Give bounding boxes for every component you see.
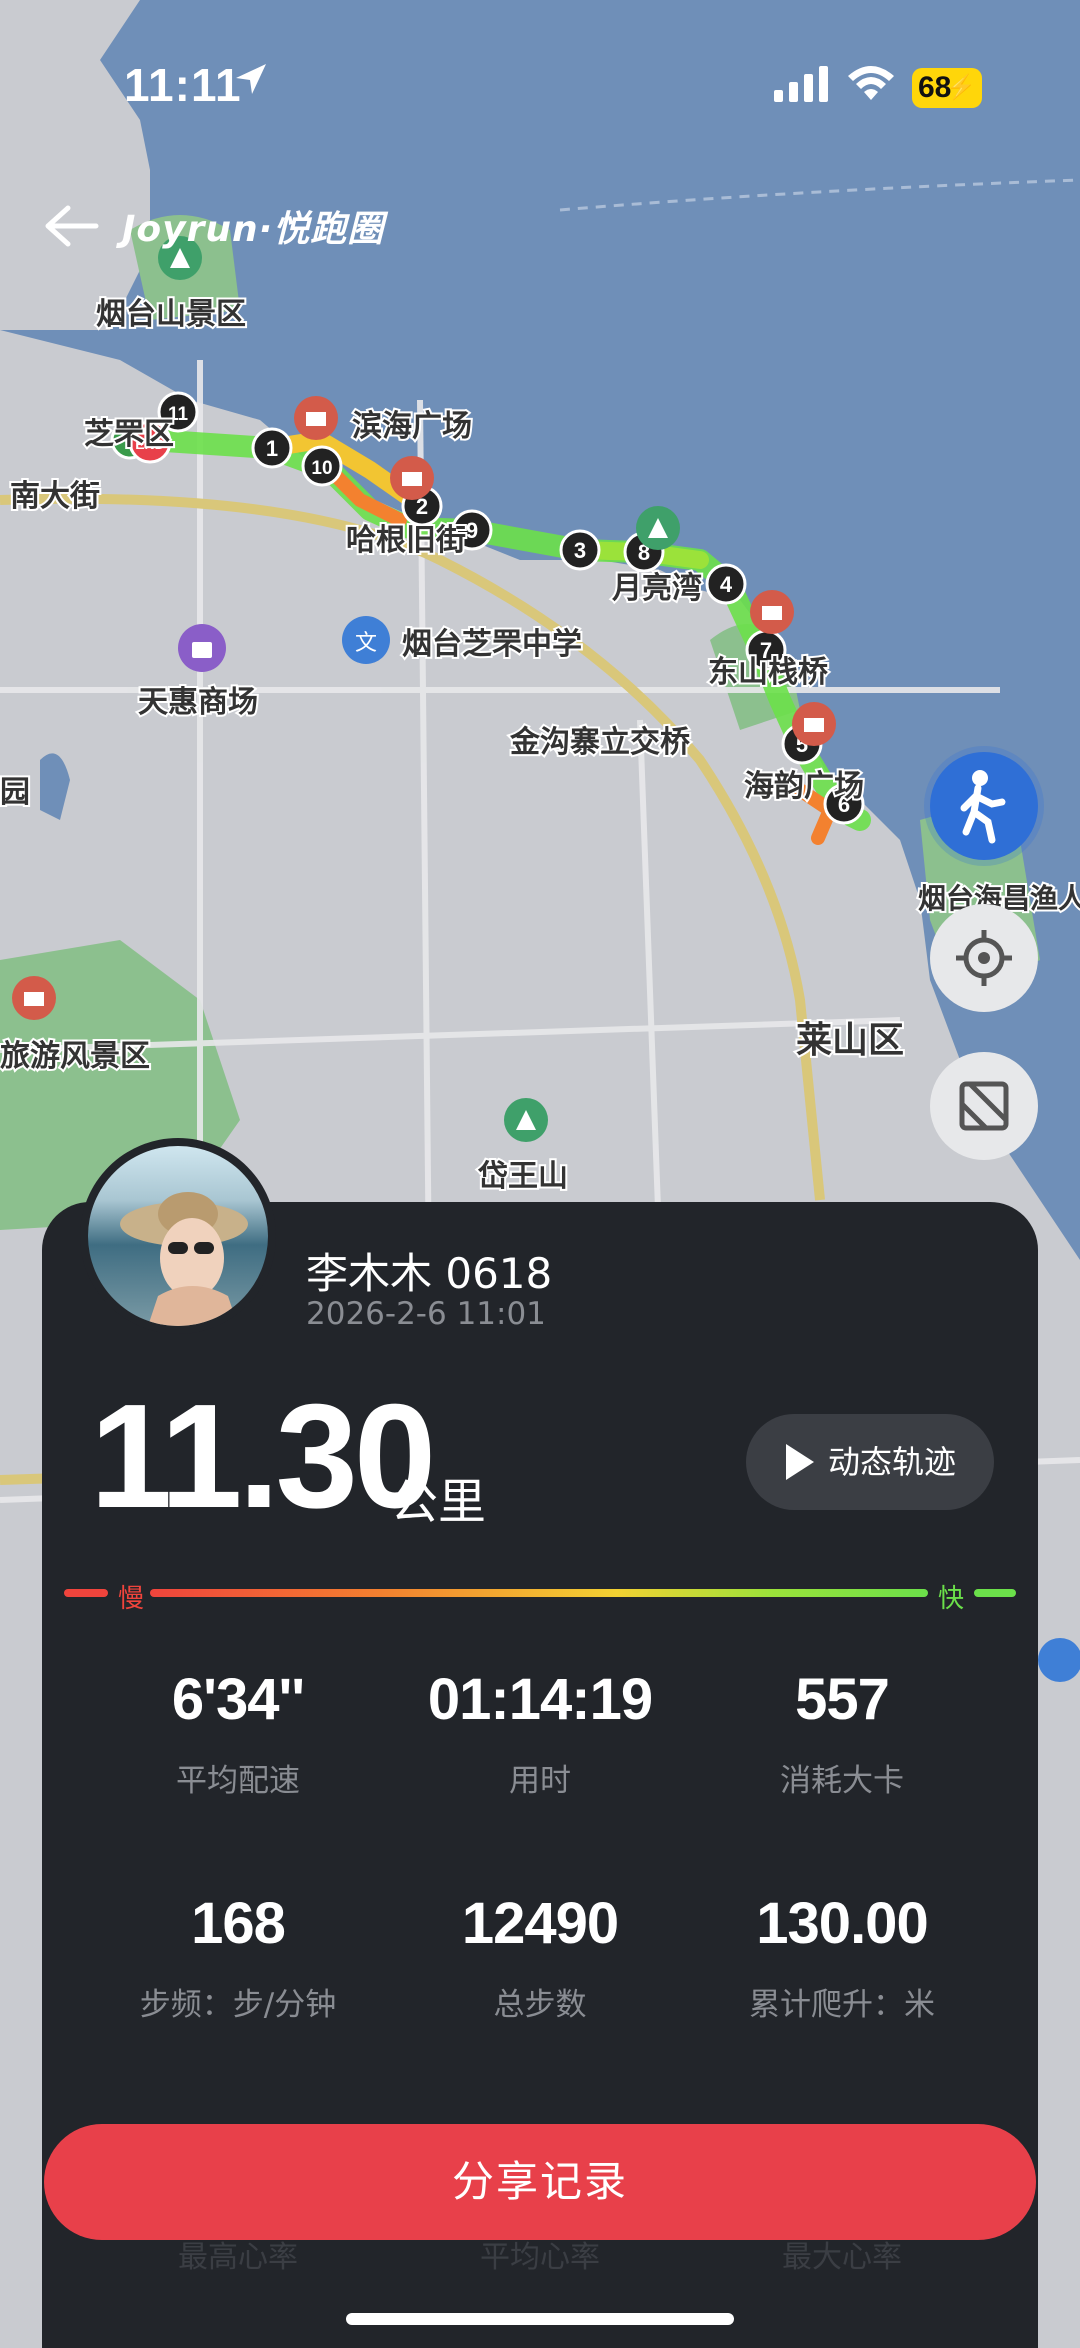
svg-text:1: 1 [266,436,278,461]
poi-attraction-icon [12,976,56,1020]
poi-park-icon [504,1098,548,1142]
user-photo [88,1146,268,1326]
battery-indicator: 68 ⚡ [912,68,982,108]
status-time: 11:11 [124,59,242,111]
map-label: 烟台芝罘中学 [402,627,582,662]
track-replay-button[interactable]: 动态轨迹 [746,1414,994,1510]
km-marker-3: 3 [559,529,601,571]
stat-avg-pace: 6'34'' 平均配速 [88,1666,388,1800]
km-marker-4: 4 [705,563,747,605]
km-marker-1: 1 [251,427,293,469]
track-replay-label: 动态轨迹 [828,1443,957,1481]
svg-text:4: 4 [720,572,733,597]
svg-text:文: 文 [355,631,377,656]
cellular-signal-icon [774,66,828,102]
stat-value: 130.00 [756,1891,928,1956]
back-arrow-icon[interactable] [44,204,100,248]
stat-cadence: 168 步频：步/分钟 [88,1890,388,2024]
brand-logo: Joyrun·悦跑圈 [122,209,385,250]
wifi-icon [848,66,894,100]
play-icon [786,1444,814,1480]
run-datetime: 2026-2-6 11:01 [306,1296,546,1332]
svg-text:10: 10 [311,458,332,479]
share-record-button[interactable]: 分享记录 [44,2124,1036,2240]
map-label: 园 [0,775,30,810]
map-label: 旅游风景区 [0,1039,150,1074]
svg-text:3: 3 [574,538,586,563]
crosshair-icon [956,930,1012,986]
stat-value: 6'34'' [171,1667,305,1732]
distance-unit: 公里 [390,1474,487,1530]
map-label: 滨海广场 [352,409,472,444]
map-style-icon [959,1081,1009,1131]
location-arrow-icon [236,64,266,94]
stat-value: 12490 [461,1891,619,1956]
poi-shopping-icon [178,624,226,672]
map-label: 哈根旧街 [346,523,466,558]
stat-calories: 557 消耗大卡 [692,1666,992,1800]
pace-legend-fast-bar [974,1589,1016,1597]
map-label: 岱王山 [477,1159,568,1194]
poi-attraction-icon [750,590,794,634]
user-name: 李木木 0618 [306,1249,553,1298]
pace-legend-slow-bar [64,1589,108,1597]
stat-total-steps: 12490 总步数 [390,1890,690,2024]
pace-legend-slow: 慢 [118,1584,145,1614]
charging-bolt-icon: ⚡ [946,74,976,101]
stat-value: 557 [795,1667,890,1732]
home-indicator[interactable] [346,2313,734,2325]
map-label: 莱山区 [796,1020,904,1061]
map-label: 金沟寨立交桥 [509,725,690,760]
stat-label: 消耗大卡 [780,1763,904,1799]
map-layers-button[interactable] [930,1052,1038,1160]
map-label: 南大街 [10,479,100,514]
runner-mode-button[interactable] [930,752,1038,860]
map-label: 烟台山景区 [96,297,246,332]
stat-label: 累计爬升：米 [749,1987,935,2023]
stat-label: 平均配速 [176,1763,300,1799]
km-marker-10: 10 [301,445,343,487]
map-label: 天惠商场 [138,685,258,720]
header: Joyrun·悦跑圈 [0,196,1080,256]
locate-button[interactable] [930,904,1038,1012]
svg-text:9: 9 [466,518,478,543]
pace-legend-fast: 快 [938,1584,965,1614]
status-bar: 11:11 68 ⚡ [0,0,1080,130]
total-distance: 11.30 [90,1374,436,1539]
poi-park-icon [636,506,680,550]
map-label: 芝罘区 [84,417,174,452]
stat-label: 用时 [509,1763,571,1799]
stat-label: 总步数 [493,1987,587,2023]
map-label: 东山栈桥 [708,655,828,690]
stat-duration: 01:14:19 用时 [390,1666,690,1800]
stat-value: 168 [191,1891,286,1956]
poi-attraction-icon [792,702,836,746]
avatar[interactable] [80,1138,276,1334]
stat-value: 01:14:19 [427,1667,653,1732]
runner-icon [960,770,1006,844]
poi-school-icon [1038,1638,1080,1682]
stat-elevation-gain: 130.00 累计爬升：米 [692,1890,992,2024]
map-label: 月亮湾 [612,571,702,606]
poi-attraction-icon [390,456,434,500]
map-label: 海韵广场 [744,769,864,804]
poi-attraction-icon [294,396,338,440]
poi-school-icon: 文 [342,616,390,664]
stat-label: 步频：步/分钟 [139,1987,337,2023]
pace-gradient-bar [150,1589,928,1597]
